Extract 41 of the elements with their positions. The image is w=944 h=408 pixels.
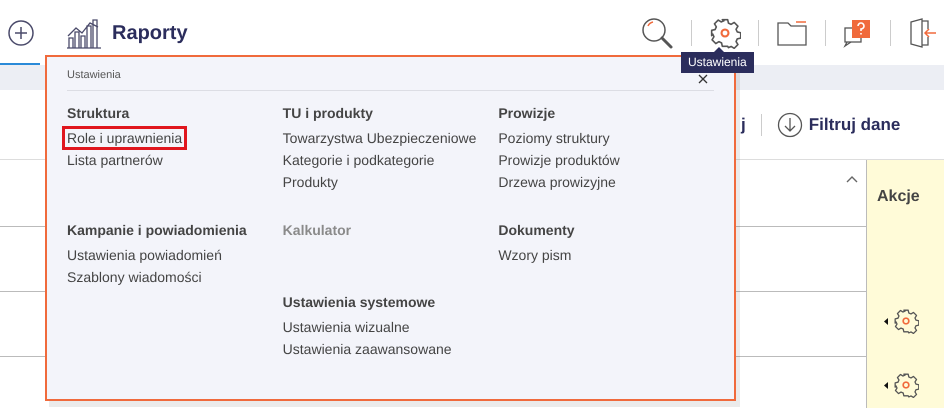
section-heading: Ustawienia systemowe [282,293,436,312]
menu-link[interactable]: Towarzystwa Ubezpieczeniowe [282,129,476,147]
caret-icon [884,318,888,324]
add-icon[interactable] [7,18,35,46]
menu-title: Ustawienia [67,68,121,84]
menu-link[interactable]: Wzory pism [498,246,572,264]
toolbar-button[interactable]: j [741,112,746,138]
actions-menu-button[interactable] [884,372,919,398]
section-heading: Prowizje [498,104,556,123]
gear-icon [893,308,919,334]
section-heading: Struktura [67,104,130,123]
section-heading: Dokumenty [498,221,576,240]
menu-link[interactable]: Ustawienia powiadomień [67,246,222,264]
actions-menu-button[interactable] [884,308,919,334]
column-header: Akcje [877,187,921,207]
search-icon[interactable] [640,16,674,50]
folder-icon[interactable] [776,18,808,46]
menu-link[interactable]: Poziomy struktury [498,129,610,147]
menu-link[interactable]: Prowizje produktów [498,151,620,169]
help-icon[interactable] [843,18,873,48]
menu-link[interactable]: Kategorie i podkategorie [282,151,434,169]
menu-link[interactable]: Ustawienia zaawansowane [282,340,452,358]
filter-button[interactable]: Filtruj dane [776,112,900,138]
menu-link[interactable]: Drzewa prowizyjne [498,173,616,191]
caret-icon [884,382,888,388]
menu-link[interactable]: Lista partnerów [67,151,163,169]
menu-link[interactable]: Ustawienia wizualne [282,318,410,336]
chevron-up-icon[interactable] [846,175,858,183]
section-heading: Kalkulator [282,221,352,240]
close-icon[interactable] [698,74,708,84]
exit-icon[interactable] [908,16,938,48]
section-heading: TU i produkty [282,104,374,123]
menu-link[interactable]: Szablony wiadomości [67,268,202,286]
tooltip: Ustawienia [681,52,754,73]
page-title: Raporty [112,20,188,46]
section-heading: Kampanie i powiadomienia [67,221,248,240]
arrow-down-circle-icon [776,112,803,138]
gear-icon [893,372,919,398]
menu-link[interactable]: Produkty [282,173,338,191]
settings-icon [709,16,741,48]
menu-link[interactable]: Role i uprawnienia [65,129,184,147]
